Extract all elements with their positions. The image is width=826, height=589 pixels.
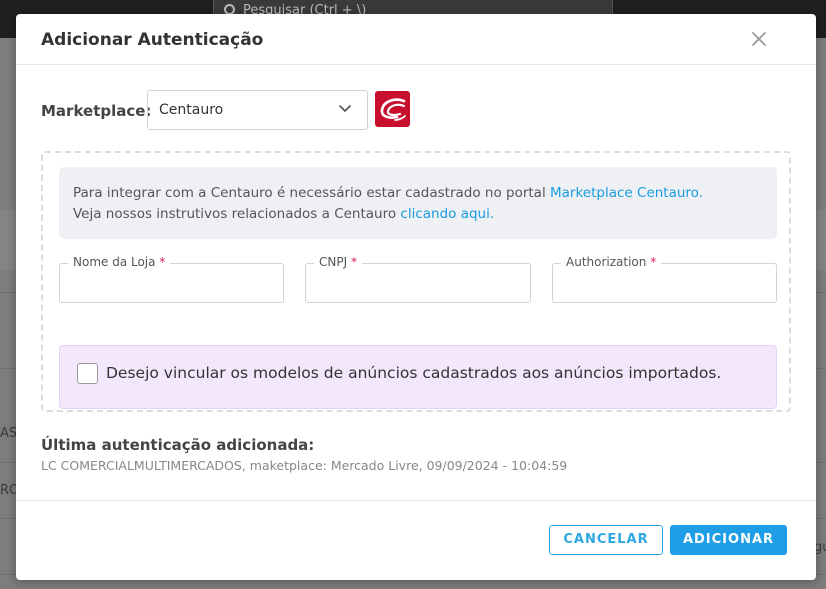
cancel-button[interactable]: CANCELAR bbox=[549, 525, 663, 555]
marketplace-selected-value: Centauro bbox=[159, 102, 224, 118]
marketplace-select[interactable]: Centauro bbox=[147, 90, 368, 130]
marketplace-centauro-link[interactable]: Marketplace Centauro bbox=[550, 185, 699, 201]
add-authentication-dialog: Adicionar Autenticação Marketplace: Cent… bbox=[16, 14, 816, 580]
authorization-field[interactable]: Authorization * bbox=[552, 255, 777, 303]
cnpj-field[interactable]: CNPJ * bbox=[305, 255, 531, 303]
authorization-input[interactable] bbox=[553, 264, 776, 302]
link-models-option: Desejo vincular os modelos de anúncios c… bbox=[59, 345, 777, 409]
footer-divider bbox=[16, 500, 816, 501]
chevron-down-icon bbox=[339, 105, 351, 112]
link-models-label[interactable]: Desejo vincular os modelos de anúncios c… bbox=[106, 364, 721, 382]
last-auth-details: LC COMERCIALMULTIMERCADOS, maketplace: M… bbox=[41, 458, 568, 473]
marketplace-label: Marketplace: bbox=[41, 102, 152, 120]
app-row-text: AS bbox=[0, 426, 18, 441]
info-line-1: Para integrar com a Centauro é necessári… bbox=[73, 183, 763, 204]
add-button[interactable]: ADICIONAR bbox=[670, 525, 787, 555]
close-icon[interactable] bbox=[750, 30, 768, 48]
dialog-title: Adicionar Autenticação bbox=[41, 30, 264, 50]
link-models-checkbox[interactable] bbox=[77, 363, 98, 384]
info-text: Para integrar com a Centauro é necessári… bbox=[73, 185, 550, 201]
info-line-2: Veja nossos instrutivos relacionados a C… bbox=[73, 204, 763, 225]
header-divider bbox=[16, 64, 816, 65]
integration-info-box: Para integrar com a Centauro é necessári… bbox=[59, 167, 777, 239]
centauro-logo-icon bbox=[375, 91, 410, 127]
cnpj-input[interactable] bbox=[306, 264, 530, 302]
info-text-period: . bbox=[489, 206, 495, 222]
store-name-field[interactable]: Nome da Loja * bbox=[59, 255, 284, 303]
integration-form-area: Para integrar com a Centauro é necessári… bbox=[41, 151, 791, 412]
info-text-period: . bbox=[698, 185, 704, 201]
instructions-link[interactable]: clicando aqui bbox=[400, 206, 489, 222]
store-name-input[interactable] bbox=[60, 264, 283, 302]
last-auth-title: Última autenticação adicionada: bbox=[41, 436, 315, 454]
info-text: Veja nossos instrutivos relacionados a C… bbox=[73, 206, 401, 222]
